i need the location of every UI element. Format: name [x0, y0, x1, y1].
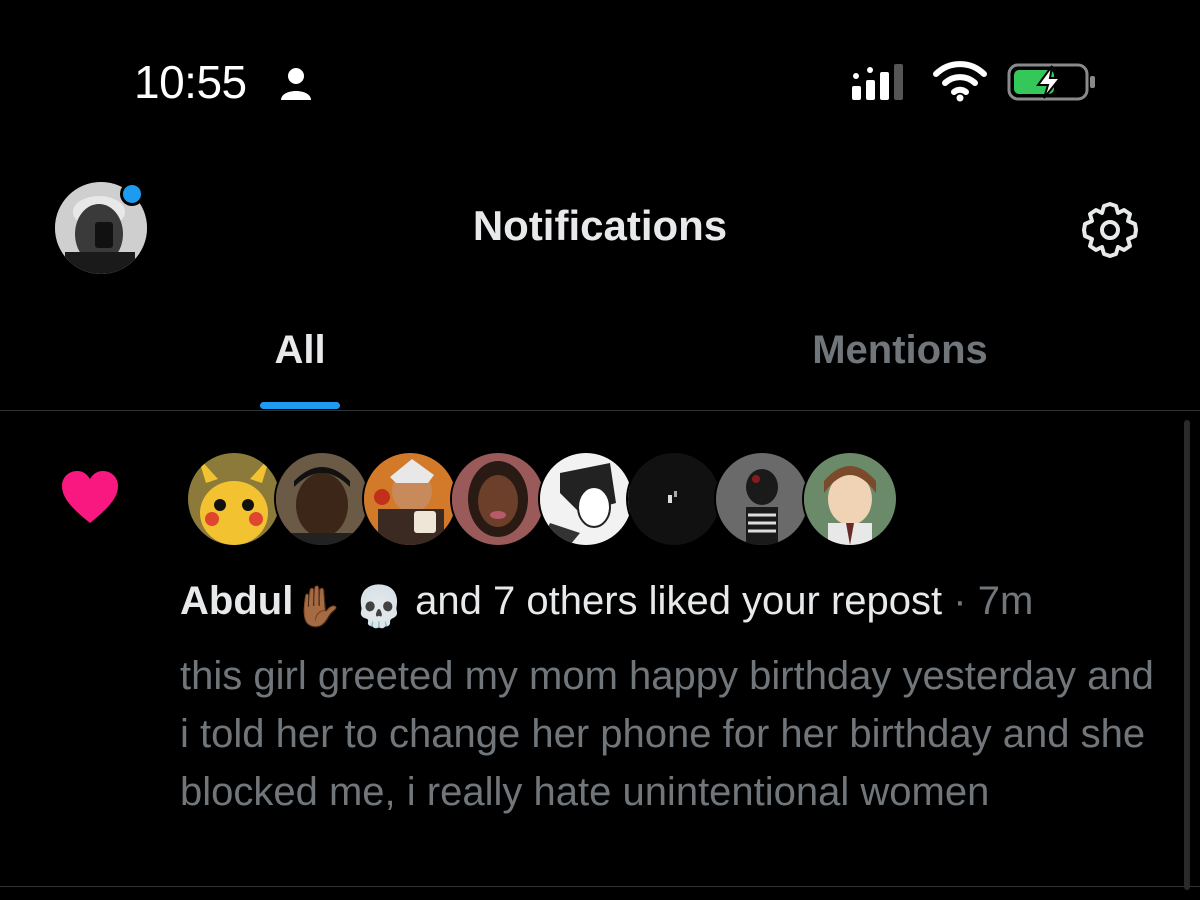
actor-name[interactable]: Abdul: [180, 579, 293, 623]
wifi-icon: [933, 61, 987, 102]
tab-all[interactable]: All: [0, 328, 600, 373]
action-text: and 7 others liked your repost: [415, 579, 943, 623]
actor-emojis: ✋🏾 💀: [293, 585, 405, 629]
active-tab-indicator: [260, 402, 340, 409]
light-yagami-avatar[interactable]: [802, 451, 898, 547]
pikachu-avatar[interactable]: [186, 451, 282, 547]
signal-icon: [852, 64, 903, 100]
notification-summary: Abdul✋🏾 💀 and 7 others liked your repost…: [180, 579, 1170, 630]
scrollbar[interactable]: [1184, 420, 1190, 890]
timestamp: 7m: [977, 579, 1034, 623]
header: Notifications: [0, 160, 1200, 300]
page-title: Notifications: [472, 202, 728, 249]
person-icon: [281, 68, 311, 100]
tab-mentions[interactable]: Mentions: [600, 328, 1200, 373]
dark-avatar[interactable]: [626, 451, 722, 547]
status-time: 10:55: [134, 56, 247, 108]
separator-dot: ·: [953, 579, 967, 623]
woman-avatar[interactable]: [450, 451, 546, 547]
gear-icon[interactable]: [1080, 200, 1140, 260]
notification-item[interactable]: Abdul✋🏾 💀 and 7 others liked your repost…: [0, 411, 1200, 887]
reposted-post-text[interactable]: this girl greeted my mom happy birthday …: [180, 647, 1160, 821]
battery-charging-icon: [1007, 63, 1095, 101]
heart-icon: [62, 471, 118, 523]
manga-avatar[interactable]: [538, 451, 634, 547]
man-durag-avatar[interactable]: [274, 451, 370, 547]
status-bar: 10:55: [0, 0, 1200, 160]
anime-gm-avatar[interactable]: [362, 451, 458, 547]
skeleton-avatar[interactable]: [714, 451, 810, 547]
notification-tabs: All Mentions: [0, 300, 1200, 411]
